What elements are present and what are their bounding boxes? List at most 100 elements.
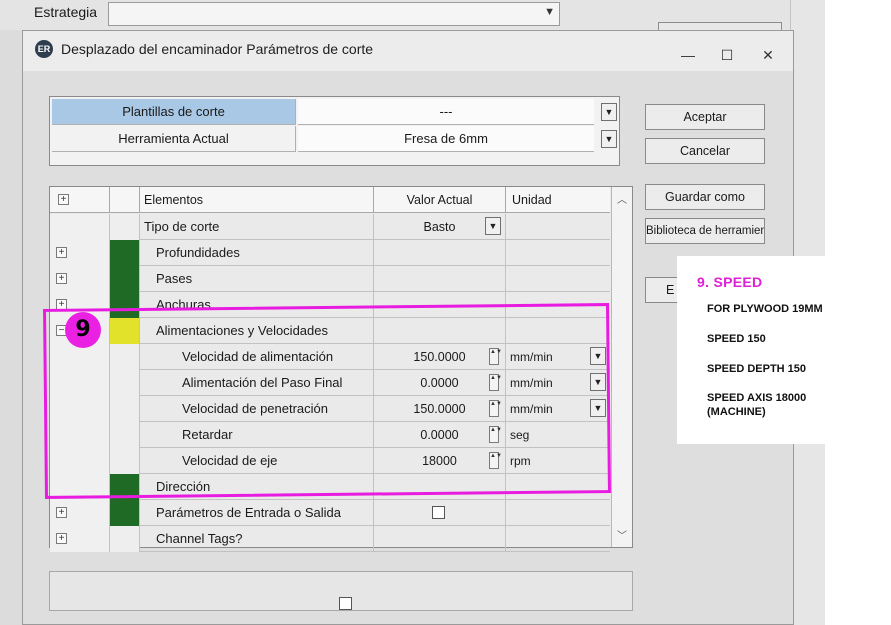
unit-cell[interactable]: mm/min ▼ xyxy=(506,370,610,396)
note-line: SPEED AXIS 18000 (MACHINE) xyxy=(707,392,807,418)
table-row[interactable]: Tipo de corte Basto ▼ xyxy=(50,214,610,240)
table-row[interactable]: + Profundidades xyxy=(50,240,610,266)
note-line: SPEED 150 xyxy=(707,333,766,345)
chevron-down-icon[interactable]: ﹀ xyxy=(617,527,627,542)
plus-box-icon[interactable]: + xyxy=(56,299,67,310)
table-row[interactable]: Retardar 0.0000 ▲▼ seg xyxy=(50,422,610,448)
current-value-cell xyxy=(374,240,506,266)
group-color-swatch xyxy=(110,370,140,396)
plus-box-icon[interactable]: + xyxy=(56,247,67,258)
value-checkbox[interactable] xyxy=(432,506,445,519)
current-value[interactable]: 0.0000 xyxy=(420,376,458,390)
current-value-cell[interactable]: 150.0000 ▲▼ xyxy=(374,344,506,370)
current-value-cell xyxy=(374,474,506,500)
current-value-cell[interactable]: 0.0000 ▲▼ xyxy=(374,370,506,396)
unit-cell[interactable]: rpm xyxy=(506,448,610,474)
note-line: SPEED DEPTH 150 xyxy=(707,363,807,375)
element-name: Dirección xyxy=(140,474,374,500)
chevron-down-icon[interactable]: ▼ xyxy=(601,103,617,121)
save-as-button[interactable]: Guardar como xyxy=(645,184,765,210)
current-value-cell xyxy=(374,500,506,526)
table-row[interactable]: Velocidad de penetración 150.0000 ▲▼ mm/min… xyxy=(50,396,610,422)
current-value-cell[interactable]: Basto ▼ xyxy=(374,214,506,240)
spin-arrows-icon[interactable]: ▲▼ xyxy=(489,374,502,391)
expander-cell xyxy=(50,344,110,370)
close-button[interactable]: ✕ xyxy=(758,47,778,64)
unit-cell[interactable]: seg xyxy=(506,422,610,448)
current-value[interactable]: 150.0000 xyxy=(413,350,465,364)
accept-button[interactable]: Aceptar xyxy=(645,104,765,130)
chevron-down-icon[interactable]: ▼ xyxy=(485,217,501,235)
minimize-button[interactable]: — xyxy=(678,47,698,63)
unit-label: seg xyxy=(510,428,530,442)
unit-label: mm/min xyxy=(510,402,553,416)
plus-box-icon[interactable]: + xyxy=(58,194,69,205)
table-row[interactable]: + Parámetros de Entrada o Salida xyxy=(50,500,610,526)
grid-header: + Elementos Valor Actual Unidad xyxy=(50,187,610,213)
current-tool-select[interactable]: Fresa de 6mm xyxy=(298,126,594,152)
current-tool-label: Herramienta Actual xyxy=(52,126,296,152)
current-value[interactable]: Basto xyxy=(424,220,456,234)
spin-arrows-icon[interactable]: ▲▼ xyxy=(489,426,502,443)
spin-arrows-icon[interactable]: ▲▼ xyxy=(489,452,502,469)
unit-cell xyxy=(506,292,610,318)
chevron-down-icon[interactable]: ▼ xyxy=(601,130,617,148)
option-checkbox[interactable] xyxy=(339,597,352,610)
table-row[interactable]: + Anchuras xyxy=(50,292,610,318)
plus-box-icon[interactable]: + xyxy=(56,507,67,518)
note-line: FOR PLYWOOD 19MM xyxy=(707,303,823,315)
cancel-button[interactable]: Cancelar xyxy=(645,138,765,164)
chevron-down-icon[interactable]: ▼ xyxy=(590,399,606,417)
current-value[interactable]: 0.0000 xyxy=(420,428,458,442)
expander-cell xyxy=(50,448,110,474)
current-value-cell xyxy=(374,526,506,552)
app-logo-icon: ER xyxy=(35,40,53,58)
unit-label: mm/min xyxy=(510,350,553,364)
expander-cell xyxy=(50,474,110,500)
plus-box-icon[interactable]: + xyxy=(56,533,67,544)
element-name: Tipo de corte xyxy=(140,214,374,240)
table-row[interactable]: Dirección xyxy=(50,474,610,500)
table-row[interactable]: Velocidad de alimentación 150.0000 ▲▼ mm/mi… xyxy=(50,344,610,370)
current-value-cell[interactable]: 150.0000 ▲▼ xyxy=(374,396,506,422)
table-row[interactable]: − Alimentaciones y Velocidades xyxy=(50,318,610,344)
chevron-down-icon[interactable]: ▼ xyxy=(590,373,606,391)
element-name: Velocidad de alimentación xyxy=(140,344,374,370)
unit-cell xyxy=(506,500,610,526)
table-row[interactable]: + Channel Tags? xyxy=(50,526,610,552)
unit-cell[interactable]: mm/min ▼ xyxy=(506,396,610,422)
element-name: Anchuras xyxy=(140,292,374,318)
current-value-cell[interactable]: 18000 ▲▼ xyxy=(374,448,506,474)
tool-library-button[interactable]: Biblioteca de herramienta xyxy=(645,218,765,244)
unit-cell xyxy=(506,526,610,552)
element-name: Alimentaciones y Velocidades xyxy=(140,318,374,344)
spin-arrows-icon[interactable]: ▲▼ xyxy=(489,400,502,417)
group-color-swatch xyxy=(110,396,140,422)
maximize-button[interactable]: ☐ xyxy=(717,47,737,64)
templates-label: Plantillas de corte xyxy=(52,99,296,125)
expander-cell: + xyxy=(50,526,110,552)
chevron-down-icon[interactable]: ▼ xyxy=(590,347,606,365)
group-color-swatch xyxy=(110,240,140,266)
table-row[interactable]: Alimentación del Paso Final 0.0000 ▲▼ mm/mi… xyxy=(50,370,610,396)
unit-cell[interactable]: mm/min ▼ xyxy=(506,344,610,370)
current-value-cell xyxy=(374,266,506,292)
table-row[interactable]: + Pases xyxy=(50,266,610,292)
templates-select[interactable]: --- xyxy=(298,99,594,125)
header-color-cell xyxy=(110,187,140,213)
grid-scrollbar[interactable]: ︿ ﹀ xyxy=(611,187,632,547)
current-value-cell[interactable]: 0.0000 ▲▼ xyxy=(374,422,506,448)
table-row[interactable]: Velocidad de eje 18000 ▲▼ rpm xyxy=(50,448,610,474)
element-name: Profundidades xyxy=(140,240,374,266)
group-color-swatch xyxy=(110,292,140,318)
spin-arrows-icon[interactable]: ▲▼ xyxy=(489,348,502,365)
current-value[interactable]: 150.0000 xyxy=(413,402,465,416)
element-name: Velocidad de eje xyxy=(140,448,374,474)
dialog-bottom-bar xyxy=(49,571,633,611)
chevron-up-icon[interactable]: ︿ xyxy=(617,191,627,206)
current-value[interactable]: 18000 xyxy=(422,454,457,468)
strategy-select[interactable]: ▼ xyxy=(108,2,560,26)
group-color-swatch xyxy=(110,500,140,526)
element-name: Parámetros de Entrada o Salida xyxy=(140,500,374,526)
plus-box-icon[interactable]: + xyxy=(56,273,67,284)
